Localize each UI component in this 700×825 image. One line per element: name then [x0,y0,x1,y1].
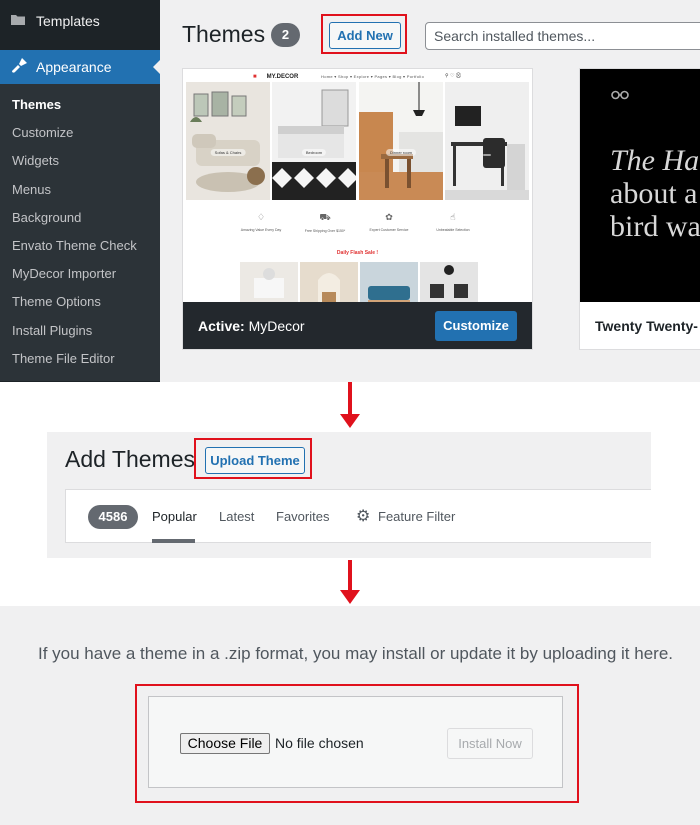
submenu-item-install-plugins[interactable]: Install Plugins [0,317,160,345]
sidebar-item-label: Templates [36,13,100,29]
preview-feature: ⛟ Free Shipping Over $150* [304,212,346,233]
submenu-item-envato-theme-check[interactable]: Envato Theme Check [0,232,160,260]
preview-product [420,262,478,306]
file-status-text: No file chosen [275,735,364,751]
glasses-icon [611,89,629,103]
themes-screen: Templates Appearance Themes Customize Wi… [0,0,700,382]
sidebar-item-templates[interactable]: Templates [0,0,160,42]
upload-theme-button[interactable]: Upload Theme [205,447,305,474]
sidebar-item-label: Appearance [36,59,112,75]
submenu-item-widgets[interactable]: Widgets [0,147,160,175]
theme-count-badge: 2 [271,23,300,47]
submenu-item-mydecor-importer[interactable]: MyDecor Importer [0,260,160,288]
theme-card-twenty-twenty[interactable]: The Ha about a bird wa Twenty Twenty- [579,68,700,350]
upload-theme-section: If you have a theme in a .zip format, yo… [0,606,700,825]
preview-slide: Bedroom [272,82,356,200]
tab-favorites[interactable]: Favorites [276,509,329,524]
tab-latest[interactable]: Latest [219,509,254,524]
current-tab-indicator [152,539,195,543]
preview-slide: Dinner room [359,82,443,200]
add-themes-screen: Add Themes Upload Theme 4586 Popular Lat… [47,432,651,558]
active-theme-card[interactable]: ■ MY.DECOR Home ▾ Shop ▾ Explore ▾ Pages … [182,68,533,350]
tab-popular[interactable]: Popular [152,509,197,524]
appearance-submenu: Themes Customize Widgets Menus Backgroun… [0,84,160,381]
page-title: Themes [182,21,266,47]
upload-form: Choose File No file chosen Install Now [148,696,563,788]
choose-file-button[interactable]: Choose File [180,733,270,754]
preview-product [360,262,418,306]
preview-slide [445,82,529,200]
submenu-item-theme-file-editor[interactable]: Theme File Editor [0,345,160,373]
search-installed-themes-input[interactable]: Search installed themes... [425,22,700,50]
page-title: Add Themes [65,446,195,472]
submenu-item-theme-options[interactable]: Theme Options [0,288,160,316]
preview-slide: Sofas & Chairs [186,82,270,200]
submenu-item-themes[interactable]: Themes [0,91,160,119]
preview-hero-text: The Ha about a bird wa [610,144,700,243]
submenu-item-customize[interactable]: Customize [0,119,160,147]
theme-screenshot: ■ MY.DECOR Home ▾ Shop ▾ Explore ▾ Pages … [183,69,532,306]
folder-icon [10,13,26,29]
preview-product [240,262,298,306]
admin-sidebar: Templates Appearance Themes Customize Wi… [0,0,160,382]
submenu-item-background[interactable]: Background [0,204,160,232]
upload-help-text: If you have a theme in a .zip format, yo… [37,644,674,663]
current-menu-indicator [153,60,160,74]
theme-name: Twenty Twenty- [595,318,698,334]
active-theme-name: Active: MyDecor [198,318,305,334]
preview-nav: Home ▾ Shop ▾ Explore ▾ Pages ▾ Blog ▾ P… [321,74,425,79]
feature-filter-button[interactable]: Feature Filter [378,509,455,524]
customize-button[interactable]: Customize [435,311,517,341]
preview-logo: ■ MY.DECOR [253,74,299,80]
preview-product [300,262,358,306]
preview-feature: ☝ Unbeatable Selection [436,212,470,232]
theme-screenshot: The Ha about a bird wa [580,69,700,302]
arrow-down-icon [340,560,360,606]
preview-feature: ♢ Amazing Value Every Day [240,212,282,232]
arrow-down-icon [340,382,360,430]
add-new-button[interactable]: Add New [329,22,401,49]
preview-header-icons: ⚲ ♡ ⛒ [445,73,462,79]
gear-icon[interactable]: ⚙ [356,506,370,526]
theme-count-badge: 4586 [88,505,138,529]
theme-card-footer: Active: MyDecor Customize [183,302,532,349]
paintbrush-icon [10,57,28,77]
sidebar-item-appearance[interactable]: Appearance [0,50,160,84]
preview-feature: ✿ Expert Customer Service [369,212,409,232]
install-now-button[interactable]: Install Now [447,728,533,759]
preview-flash-sale: Daily Flash Sale ! [336,250,379,256]
submenu-item-menus[interactable]: Menus [0,176,160,204]
theme-filter-bar: 4586 Popular Latest Favorites ⚙ Feature … [65,489,651,543]
